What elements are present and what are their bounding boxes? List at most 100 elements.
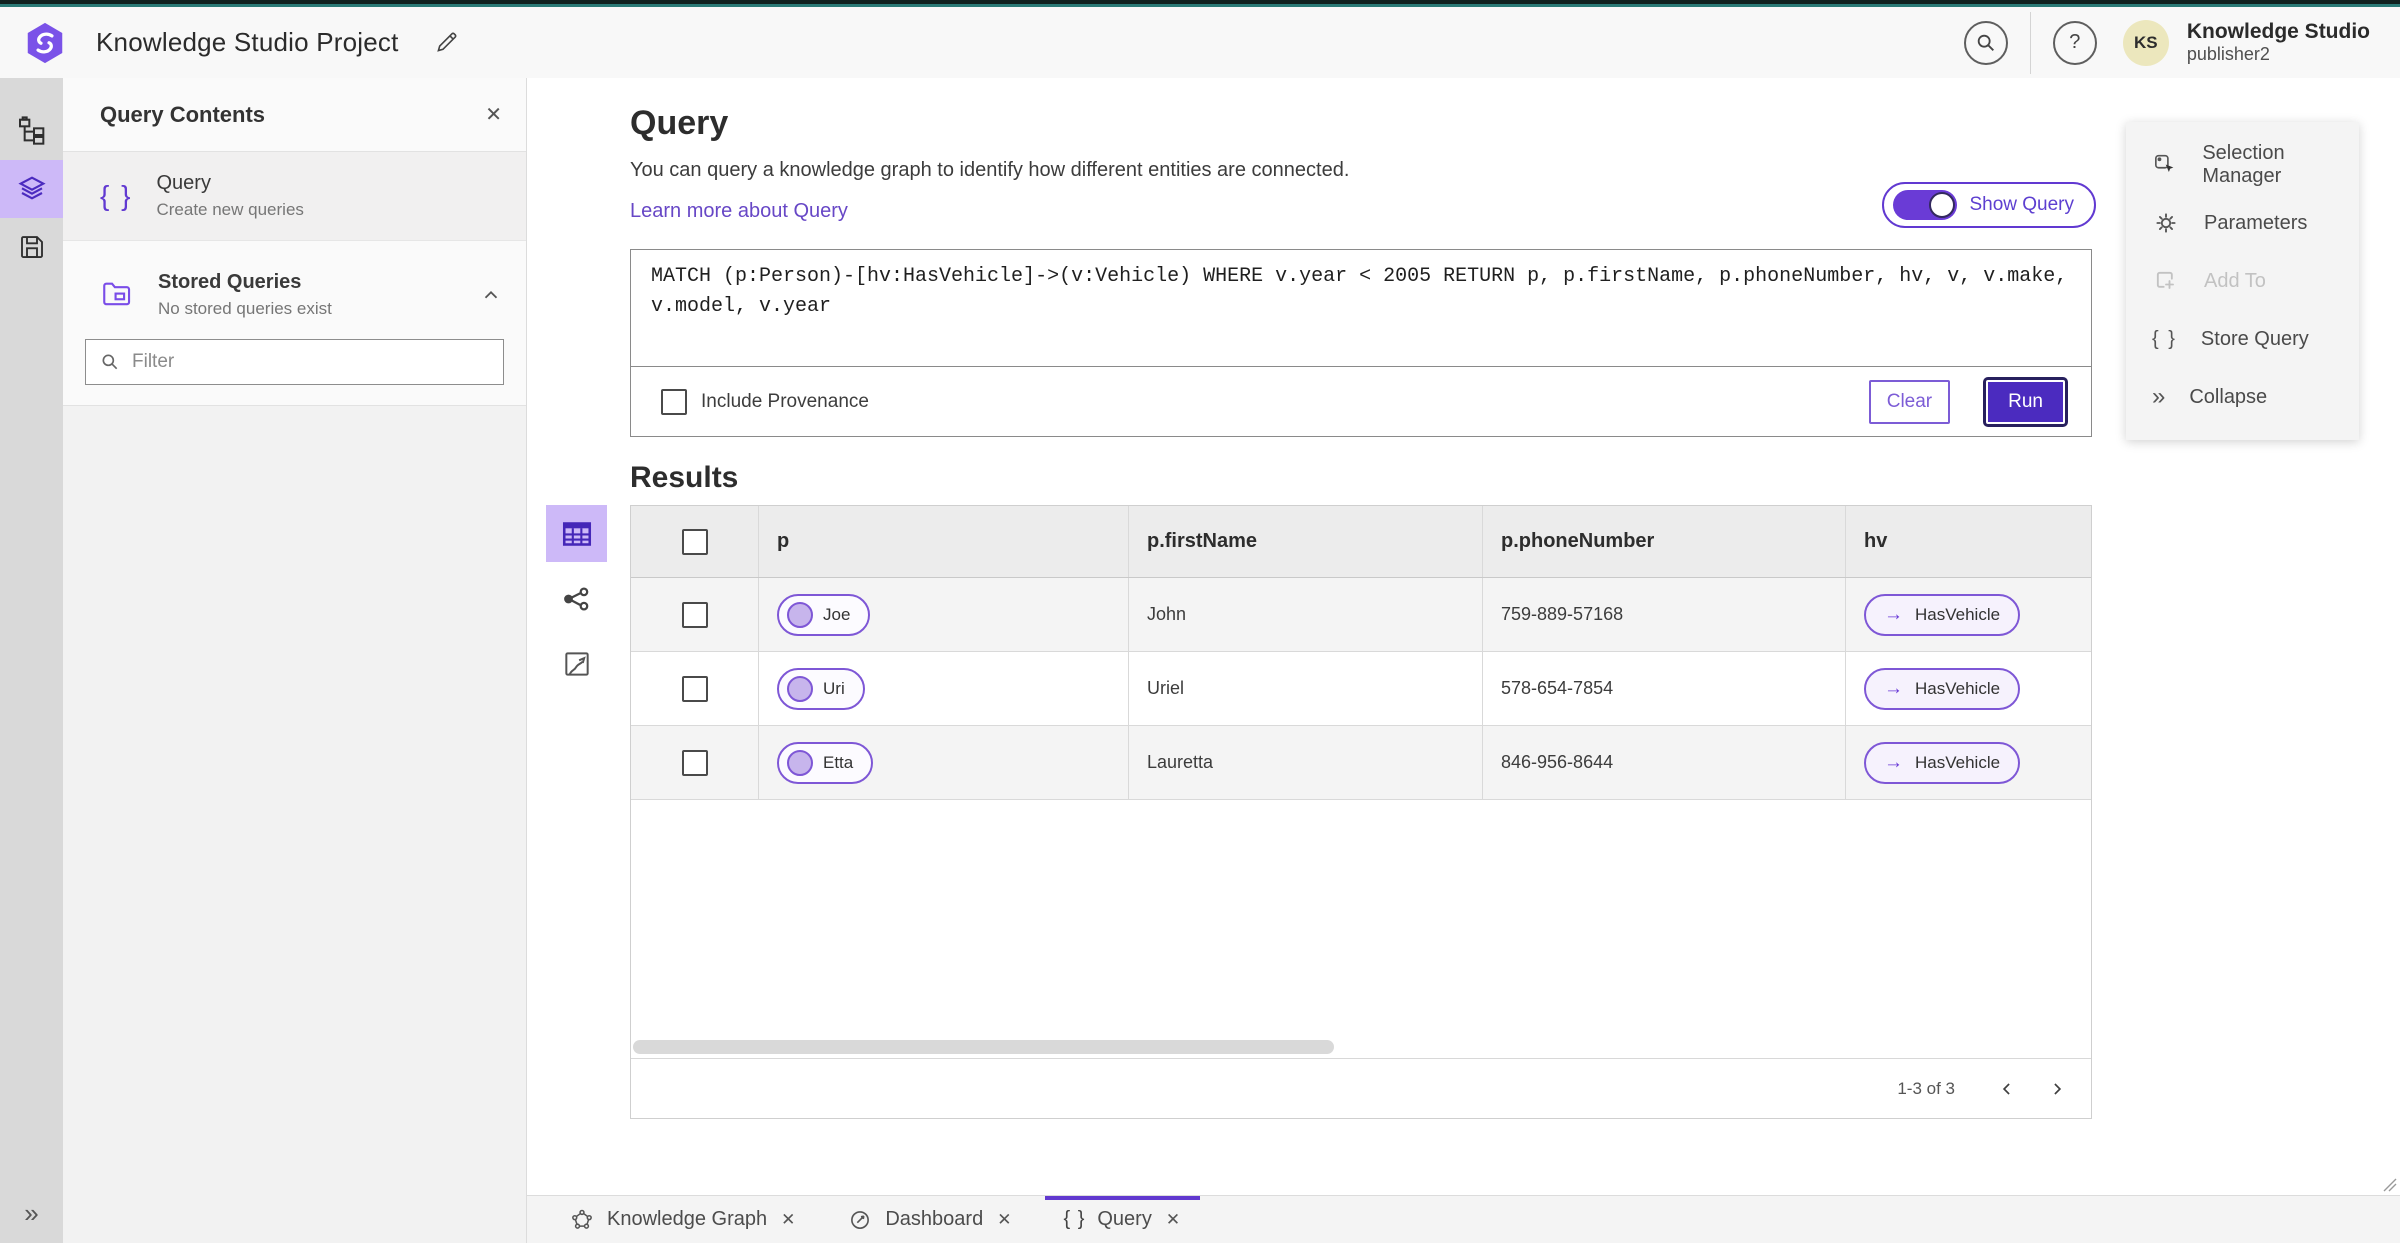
table-row: Joe John 759-889-57168 → HasVehicle (631, 578, 2091, 652)
cell-phonenumber: 846-956-8644 (1483, 726, 1846, 799)
show-query-toggle[interactable]: Show Query (1882, 182, 2096, 228)
node-pill[interactable]: Joe (777, 593, 871, 636)
folder-icon (103, 282, 131, 306)
expand-panel-button[interactable]: » (0, 1198, 63, 1229)
page-title: Query (630, 104, 729, 142)
cell-p: Joe (759, 578, 1129, 651)
cell-firstname: Uriel (1129, 652, 1483, 725)
pagination-bar: 1-3 of 3 (631, 1058, 2091, 1118)
pencil-icon (436, 32, 457, 52)
selection-manager-icon (2155, 154, 2174, 173)
tab-dashboard[interactable]: Dashboard ✕ (829, 1196, 1031, 1243)
row-checkbox-cell (631, 578, 759, 651)
rail-item-query[interactable] (0, 160, 63, 218)
map-view-button[interactable] (546, 635, 607, 692)
tab-close-button[interactable]: ✕ (1164, 1208, 1182, 1232)
edge-pill[interactable]: → HasVehicle (1864, 593, 2021, 636)
horizontal-scrollbar[interactable] (633, 1040, 1334, 1054)
page-description: You can query a knowledge graph to ident… (630, 159, 1350, 181)
edge-pill[interactable]: → HasVehicle (1864, 667, 2021, 710)
row-checkbox[interactable] (681, 601, 708, 628)
double-chevron-right-icon: » (24, 1198, 39, 1228)
table-empty-area (631, 800, 2091, 1058)
tab-knowledge-graph[interactable]: Knowledge Graph ✕ (551, 1196, 815, 1243)
learn-more-link[interactable]: Learn more about Query (630, 200, 848, 223)
tab-label: Knowledge Graph (607, 1208, 768, 1230)
close-icon: ✕ (781, 1209, 796, 1229)
include-provenance-checkbox[interactable] (661, 388, 687, 415)
rail-item-saved[interactable] (0, 218, 63, 276)
row-checkbox[interactable] (681, 675, 708, 702)
query-contents-header: Query Contents ✕ (63, 78, 526, 152)
arrow-right-icon: → (1884, 752, 1903, 773)
node-label: Uri (823, 678, 845, 698)
bottom-tab-bar: Knowledge Graph ✕ Dashboard ✕ { } Query … (527, 1195, 2400, 1243)
node-pill[interactable]: Etta (777, 741, 874, 784)
parameters-button[interactable]: Parameters (2126, 194, 2359, 252)
edge-label: HasVehicle (1915, 752, 2001, 772)
filter-input[interactable] (132, 351, 489, 373)
search-button[interactable] (1963, 20, 2008, 65)
run-button[interactable]: Run (1983, 376, 2068, 427)
chevron-left-icon (2002, 1082, 2010, 1095)
query-item-text: Query Create new queries (156, 172, 303, 220)
save-icon (20, 236, 43, 258)
cell-firstname: John (1129, 578, 1483, 651)
row-checkbox[interactable] (681, 749, 708, 776)
avatar-initials: KS (2134, 32, 2158, 52)
actions-panel: Selection Manager Parameters Add To {} … (2126, 122, 2359, 440)
app-header: Knowledge Studio Project ? KS Knowledge … (0, 7, 2400, 78)
dashboard-icon (851, 1210, 870, 1229)
stored-queries-title: Stored Queries (158, 271, 302, 293)
results-view-toolbar (546, 505, 607, 692)
node-dot-icon (787, 749, 813, 776)
toggle-knob (1929, 192, 1956, 218)
layers-icon (17, 176, 46, 200)
rail-item-knowledge-graph[interactable] (0, 102, 63, 160)
hierarchy-icon (18, 116, 44, 145)
arrow-right-icon: → (1884, 604, 1903, 625)
edge-pill[interactable]: → HasVehicle (1864, 741, 2021, 784)
row-checkbox-cell (631, 726, 759, 799)
collapse-button[interactable]: » Collapse (2126, 368, 2359, 426)
tab-close-button[interactable]: ✕ (995, 1208, 1013, 1232)
selection-manager-button[interactable]: Selection Manager (2126, 136, 2359, 194)
close-panel-button[interactable]: ✕ (485, 102, 502, 127)
select-all-checkbox[interactable] (681, 528, 708, 555)
cell-p: Uri (759, 652, 1129, 725)
add-to-label: Add To (2204, 269, 2266, 292)
query-contents-item-query[interactable]: { } Query Create new queries (63, 152, 526, 241)
table-view-button[interactable] (546, 505, 607, 562)
table-header-row: p p.firstName p.phoneNumber hv (631, 506, 2091, 578)
edit-project-name-button[interactable] (429, 26, 463, 60)
tab-query[interactable]: { } Query ✕ (1045, 1196, 1200, 1243)
help-button[interactable]: ? (2052, 20, 2097, 65)
query-contents-title: Query Contents (100, 101, 266, 127)
filter-search-icon (102, 354, 118, 370)
app-window: Knowledge Studio Project ? KS Knowledge … (0, 0, 2400, 1243)
add-to-button: Add To (2126, 252, 2359, 310)
tab-close-button[interactable]: ✕ (779, 1208, 797, 1232)
query-item-subtitle: Create new queries (156, 200, 304, 219)
close-icon: ✕ (997, 1209, 1012, 1229)
left-rail: » (0, 78, 63, 1243)
store-query-button[interactable]: { } Store Query (2126, 310, 2359, 368)
close-icon: ✕ (1165, 1209, 1181, 1229)
avatar[interactable]: KS (2122, 19, 2169, 66)
stored-queries-header[interactable]: Stored Queries No stored queries exist (63, 253, 526, 333)
node-pill[interactable]: Uri (777, 667, 865, 710)
graph-view-button[interactable] (546, 570, 607, 627)
arrow-right-icon: → (1884, 678, 1903, 699)
braces-icon: { } (100, 180, 133, 211)
query-textarea[interactable]: MATCH (p:Person)-[hv:HasVehicle]->(v:Veh… (631, 250, 2091, 366)
resize-handle-icon[interactable] (2383, 1178, 2397, 1192)
column-header-phonenumber: p.phoneNumber (1483, 506, 1846, 577)
next-page-button[interactable] (2047, 1079, 2067, 1099)
previous-page-button[interactable] (1997, 1079, 2017, 1099)
clear-button[interactable]: Clear (1868, 379, 1951, 424)
selection-manager-label: Selection Manager (2202, 142, 2285, 187)
edge-label: HasVehicle (1915, 604, 2001, 624)
node-dot-icon (787, 601, 813, 628)
braces-icon: { } (2152, 327, 2177, 350)
knowledge-graph-icon (572, 1209, 592, 1229)
